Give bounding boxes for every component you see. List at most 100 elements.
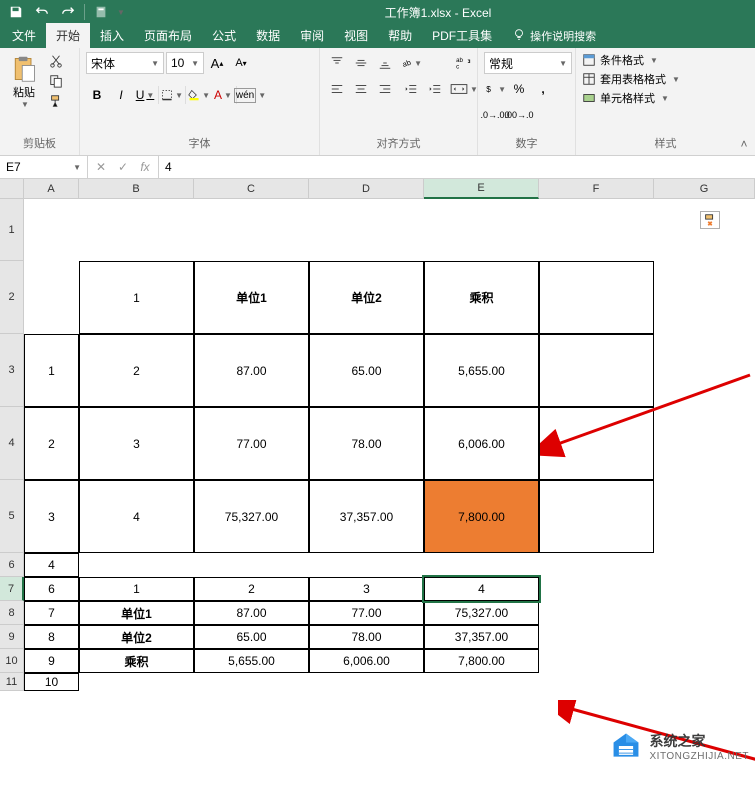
number-format-select[interactable]: 常规▼	[484, 52, 572, 74]
decrease-indent-button[interactable]	[400, 78, 422, 100]
col-header-B[interactable]: B	[79, 179, 194, 199]
cell-B9[interactable]: 单位2	[79, 625, 194, 649]
align-top-button[interactable]	[326, 52, 348, 74]
select-all-corner[interactable]	[0, 179, 24, 199]
cell-D5[interactable]: 37,357.00	[309, 480, 424, 553]
cell-C10[interactable]: 5,655.00	[194, 649, 309, 673]
cut-button[interactable]	[46, 52, 66, 70]
row-header-8[interactable]: 8	[0, 601, 24, 625]
cell-D8[interactable]: 77.00	[309, 601, 424, 625]
align-center-button[interactable]	[350, 78, 372, 100]
insert-function-button[interactable]: fx	[136, 160, 154, 174]
cell-A3[interactable]: 1	[24, 334, 79, 407]
italic-button[interactable]: I	[110, 84, 132, 106]
tab-help[interactable]: 帮助	[378, 23, 422, 48]
cell-C9[interactable]: 65.00	[194, 625, 309, 649]
tab-review[interactable]: 审阅	[290, 23, 334, 48]
cell-E3[interactable]: 5,655.00	[424, 334, 539, 407]
cancel-formula-button[interactable]: ✕	[92, 160, 110, 174]
tab-formulas[interactable]: 公式	[202, 23, 246, 48]
smart-tag-paste-options[interactable]	[700, 211, 720, 229]
cell-B8[interactable]: 单位1	[79, 601, 194, 625]
cell-E2[interactable]: 乘积	[424, 261, 539, 334]
name-box[interactable]: ▼	[0, 156, 88, 178]
cell-D3[interactable]: 65.00	[309, 334, 424, 407]
qat-dropdown-icon[interactable]: ▼	[117, 8, 125, 17]
row-header-2[interactable]: 2	[0, 261, 24, 334]
fill-color-button[interactable]: ▼	[188, 84, 210, 106]
col-header-G[interactable]: G	[654, 179, 755, 199]
tab-insert[interactable]: 插入	[90, 23, 134, 48]
cell-C3[interactable]: 87.00	[194, 334, 309, 407]
cell-B3[interactable]: 2	[79, 334, 194, 407]
cell-A7[interactable]: 6	[24, 577, 79, 601]
collapse-ribbon-button[interactable]: ˄	[735, 135, 753, 153]
cell-E8[interactable]: 75,327.00	[424, 601, 539, 625]
row-header-11[interactable]: 11	[0, 673, 24, 691]
row-header-5[interactable]: 5	[0, 480, 24, 553]
cell-F4[interactable]	[539, 407, 654, 480]
row-header-6[interactable]: 6	[0, 553, 24, 577]
align-left-button[interactable]	[326, 78, 348, 100]
cell-A5[interactable]: 3	[24, 480, 79, 553]
percent-button[interactable]: %	[508, 78, 530, 100]
merge-button[interactable]: ▼	[450, 78, 478, 100]
cell-B7[interactable]: 1	[79, 577, 194, 601]
cell-C5[interactable]: 75,327.00	[194, 480, 309, 553]
cell-E10[interactable]: 7,800.00	[424, 649, 539, 673]
align-middle-button[interactable]	[350, 52, 372, 74]
cell-F2[interactable]	[539, 261, 654, 334]
wrap-text-button[interactable]: abc	[450, 52, 478, 74]
cell-F5[interactable]	[539, 480, 654, 553]
cell-B4[interactable]: 3	[79, 407, 194, 480]
name-box-input[interactable]	[6, 160, 62, 174]
cell-D10[interactable]: 6,006.00	[309, 649, 424, 673]
cell-E7[interactable]: 4	[424, 577, 539, 601]
name-box-dropdown-icon[interactable]: ▼	[73, 163, 81, 172]
align-right-button[interactable]	[374, 78, 396, 100]
underline-button[interactable]: U▼	[134, 84, 156, 106]
confirm-formula-button[interactable]: ✓	[114, 160, 132, 174]
paste-button[interactable]: 粘贴 ▼	[6, 52, 42, 111]
redo-button[interactable]	[56, 2, 80, 22]
row-header-1[interactable]: 1	[0, 199, 24, 261]
cell-B5[interactable]: 4	[79, 480, 194, 553]
cell-A11[interactable]: 10	[24, 673, 79, 691]
col-header-F[interactable]: F	[539, 179, 654, 199]
col-header-D[interactable]: D	[309, 179, 424, 199]
tab-pdf[interactable]: PDF工具集	[422, 23, 502, 48]
row-header-3[interactable]: 3	[0, 334, 24, 407]
font-color-button[interactable]: A▼	[212, 84, 234, 106]
phonetic-button[interactable]: wén▼	[239, 84, 261, 106]
orientation-button[interactable]: ab▼	[400, 52, 422, 74]
touch-mode-button[interactable]	[89, 2, 113, 22]
tab-file[interactable]: 文件	[2, 23, 46, 48]
bold-button[interactable]: B	[86, 84, 108, 106]
cell-C2[interactable]: 单位1	[194, 261, 309, 334]
col-header-A[interactable]: A	[24, 179, 79, 199]
cell-A8[interactable]: 7	[24, 601, 79, 625]
col-header-C[interactable]: C	[194, 179, 309, 199]
currency-button[interactable]: $▼	[484, 78, 506, 100]
tell-me-search[interactable]: 操作说明搜索	[502, 23, 606, 48]
cell-B10[interactable]: 乘积	[79, 649, 194, 673]
table-format-button[interactable]: 套用表格格式 ▼	[582, 71, 680, 87]
copy-button[interactable]	[46, 72, 66, 90]
row-header-9[interactable]: 9	[0, 625, 24, 649]
cell-C7[interactable]: 2	[194, 577, 309, 601]
comma-button[interactable]: ,	[532, 78, 554, 100]
cell-D4[interactable]: 78.00	[309, 407, 424, 480]
cell-A9[interactable]: 8	[24, 625, 79, 649]
save-button[interactable]	[4, 2, 28, 22]
conditional-format-button[interactable]: 条件格式 ▼	[582, 52, 658, 68]
cell-B2[interactable]: 1	[79, 261, 194, 334]
format-painter-button[interactable]	[46, 92, 66, 110]
cell-C4[interactable]: 77.00	[194, 407, 309, 480]
font-name-select[interactable]: 宋体▼	[86, 52, 164, 74]
cell-D2[interactable]: 单位2	[309, 261, 424, 334]
cell-C8[interactable]: 87.00	[194, 601, 309, 625]
row-header-7[interactable]: 7	[0, 577, 24, 601]
cell-D9[interactable]: 78.00	[309, 625, 424, 649]
row-header-10[interactable]: 10	[0, 649, 24, 673]
cell-A10[interactable]: 9	[24, 649, 79, 673]
